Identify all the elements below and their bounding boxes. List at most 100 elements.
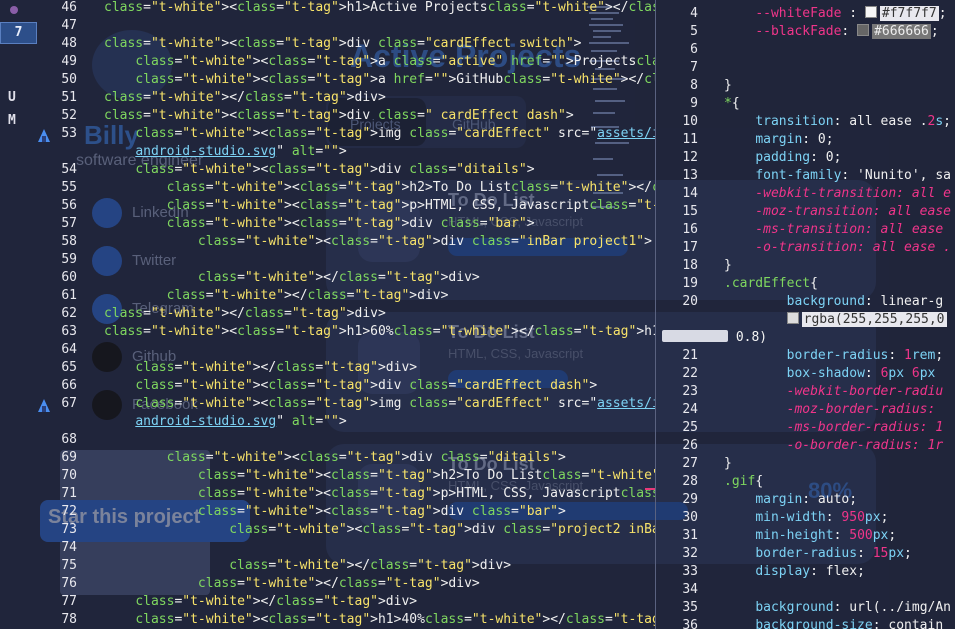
line-number: 25: [682, 420, 698, 435]
code-text: background: linear-g: [786, 294, 944, 309]
code-text: class="t-white"></class="t-tag">div>: [229, 558, 512, 573]
code-text: class="t-white"><class="t-tag">img class…: [135, 396, 655, 411]
line-number: 59: [61, 252, 77, 267]
code-text: class="t-white"></class="t-tag">div>: [197, 576, 480, 591]
line-number: 7: [690, 60, 698, 75]
code-text: class="t-white"><class="t-tag">div class…: [197, 504, 566, 519]
code-text: class="t-white"></class="t-tag">div>: [135, 594, 418, 609]
line-number: 29: [682, 492, 698, 507]
code-text: -o-border-radius: 1r: [724, 438, 944, 453]
line-number: 64: [61, 342, 77, 357]
code-text: class="t-white"><class="t-tag">img class…: [135, 126, 655, 141]
code-text: font-family: 'Nunito', sa: [755, 168, 951, 183]
line-number: 27: [682, 456, 698, 471]
code-text: }: [724, 78, 732, 93]
line-number: 20: [682, 294, 698, 309]
line-number: 49: [61, 54, 77, 69]
line-number: 33: [682, 564, 698, 579]
code-text: }: [724, 258, 732, 273]
code-text: --blackFade: #666666;: [755, 24, 939, 39]
line-number: 48: [61, 36, 77, 51]
line-number: 58: [61, 234, 77, 249]
line-number: 52: [61, 108, 77, 123]
code-text: }: [724, 456, 732, 471]
code-text: class="t-white"><class="t-tag">h2>To Do …: [166, 180, 655, 195]
line-number: 72: [61, 504, 77, 519]
code-text: 0.8): [662, 329, 767, 347]
line-number: 6: [690, 42, 698, 57]
line-number: 60: [61, 270, 77, 285]
editor-pane-css[interactable]: 4 --blueBase: #....4 --whiteFade : #f7f7…: [658, 0, 955, 629]
line-number: 9: [690, 96, 698, 111]
line-number: 11: [682, 132, 698, 147]
code-text: margin: auto;: [755, 492, 858, 507]
code-text: class="t-white"><class="t-tag">div class…: [135, 378, 598, 393]
code-text: class="t-white"></class="t-tag">div>: [166, 288, 449, 303]
code-text: class="t-white"><class="t-tag">a href=""…: [135, 72, 655, 87]
scroll-marker: [645, 488, 655, 490]
code-text: -webkit-transition: all e: [724, 186, 951, 201]
line-number: 28: [682, 474, 698, 489]
line-number: 67: [61, 396, 77, 411]
line-number: 50: [61, 72, 77, 87]
code-text: class="t-white"><class="t-tag">div class…: [229, 522, 655, 537]
line-number: 53: [61, 126, 77, 141]
code-text: class="t-white"></class="t-tag">div>: [104, 90, 386, 105]
code-text: -ms-border-radius: 1: [724, 420, 944, 435]
code-text: .gif{: [724, 474, 764, 489]
line-number: 62: [61, 306, 77, 321]
code-text: class="t-white"></class="t-tag">div>: [197, 270, 480, 285]
code-text: min-height: 500px;: [755, 528, 897, 543]
code-text: background: url(../img/An: [755, 600, 951, 615]
line-number: 31: [682, 528, 698, 543]
code-text: border-radius: 15px;: [755, 546, 912, 561]
line-number: 73: [61, 522, 77, 537]
line-number: 4: [690, 6, 698, 21]
line-number: 26: [682, 438, 698, 453]
line-number: 18: [682, 258, 698, 273]
line-number: 17: [682, 240, 698, 255]
line-number: 71: [61, 486, 77, 501]
code-text: border-radius: 1rem;: [786, 348, 944, 363]
line-number: 77: [61, 594, 77, 609]
code-text: class="t-white"><class="t-tag">a class="…: [135, 54, 655, 69]
code-text: --whiteFade : #f7f7f7;: [755, 6, 947, 21]
code-text: class="t-white"><class="t-tag">div class…: [135, 162, 535, 177]
code-text: android-studio.svg" alt="">: [135, 144, 347, 159]
pane-divider[interactable]: [655, 0, 656, 629]
line-number: 78: [61, 612, 77, 627]
line-number: 51: [61, 90, 77, 105]
line-number: 8: [690, 78, 698, 93]
code-editor: 7 U M 46 class="t-white"><class="t-tag">…: [0, 0, 955, 629]
editor-pane-html[interactable]: 46 class="t-white"><class="t-tag">h1>Acti…: [0, 0, 655, 629]
code-text: -moz-border-radius:: [724, 402, 936, 417]
line-number: 68: [61, 432, 77, 447]
code-text: class="t-white"><class="t-tag">p>HTML, C…: [166, 198, 655, 213]
code-text: android-studio.svg" alt="">: [135, 414, 347, 429]
code-text: rgba(255,255,255,0: [724, 311, 947, 329]
line-number: 55: [61, 180, 77, 195]
code-text: class="t-white"><class="t-tag">p>HTML, C…: [197, 486, 655, 501]
code-text: padding: 0;: [755, 150, 842, 165]
line-number: 57: [61, 216, 77, 231]
line-number: 24: [682, 402, 698, 417]
code-text: margin: 0;: [755, 132, 834, 147]
line-number: 46: [61, 0, 77, 15]
code-text: class="t-white"><class="t-tag">div class…: [166, 216, 535, 231]
code-text: -webkit-border-radiu: [724, 384, 944, 399]
code-text: display: flex;: [755, 564, 865, 579]
code-text: *{: [724, 96, 740, 111]
line-number: 47: [61, 18, 77, 33]
line-number: 69: [61, 450, 77, 465]
code-text: class="t-white"><class="t-tag">div class…: [197, 234, 652, 249]
line-number: 21: [682, 348, 698, 363]
line-number: 35: [682, 600, 698, 615]
code-text: background-size: contain: [755, 618, 944, 629]
line-number: 54: [61, 162, 77, 177]
code-text: class="t-white"></class="t-tag">div>: [104, 306, 386, 321]
line-number: 15: [682, 204, 698, 219]
code-text: class="t-white"><class="t-tag">h1>40%cla…: [135, 612, 655, 627]
line-number: 70: [61, 468, 77, 483]
code-text: -moz-transition: all ease: [724, 204, 951, 219]
code-text: class="t-white"><class="t-tag">h2>To Do …: [197, 468, 655, 483]
